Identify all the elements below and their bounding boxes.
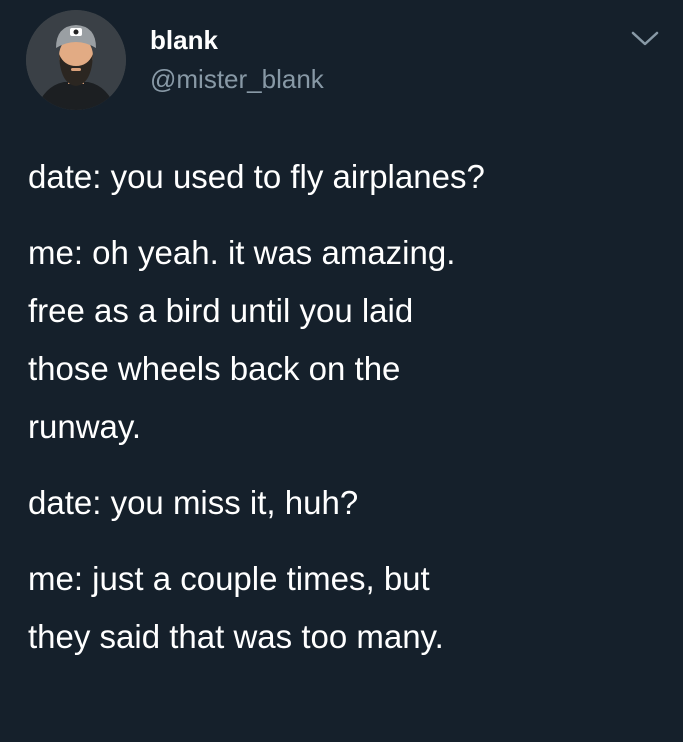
display-name[interactable]: blank <box>150 25 218 55</box>
tweet-body: date: you used to fly airplanes? me: oh … <box>28 148 668 684</box>
tweet-paragraph: date: you miss it, huh? <box>28 484 359 521</box>
tweet-paragraph: me: oh yeah. it was amazing. free as a b… <box>28 234 456 445</box>
user-handle[interactable]: @mister_blank <box>150 64 324 94</box>
tweet-paragraph: me: just a couple times, but they said t… <box>28 560 444 655</box>
avatar[interactable] <box>26 10 126 110</box>
chevron-down-icon[interactable] <box>630 28 660 50</box>
tweet-paragraph: date: you used to fly airplanes? <box>28 158 485 195</box>
bearded-man-icon <box>26 10 126 110</box>
tweet-card: blank @mister_blank date: you used to fl… <box>0 0 683 742</box>
